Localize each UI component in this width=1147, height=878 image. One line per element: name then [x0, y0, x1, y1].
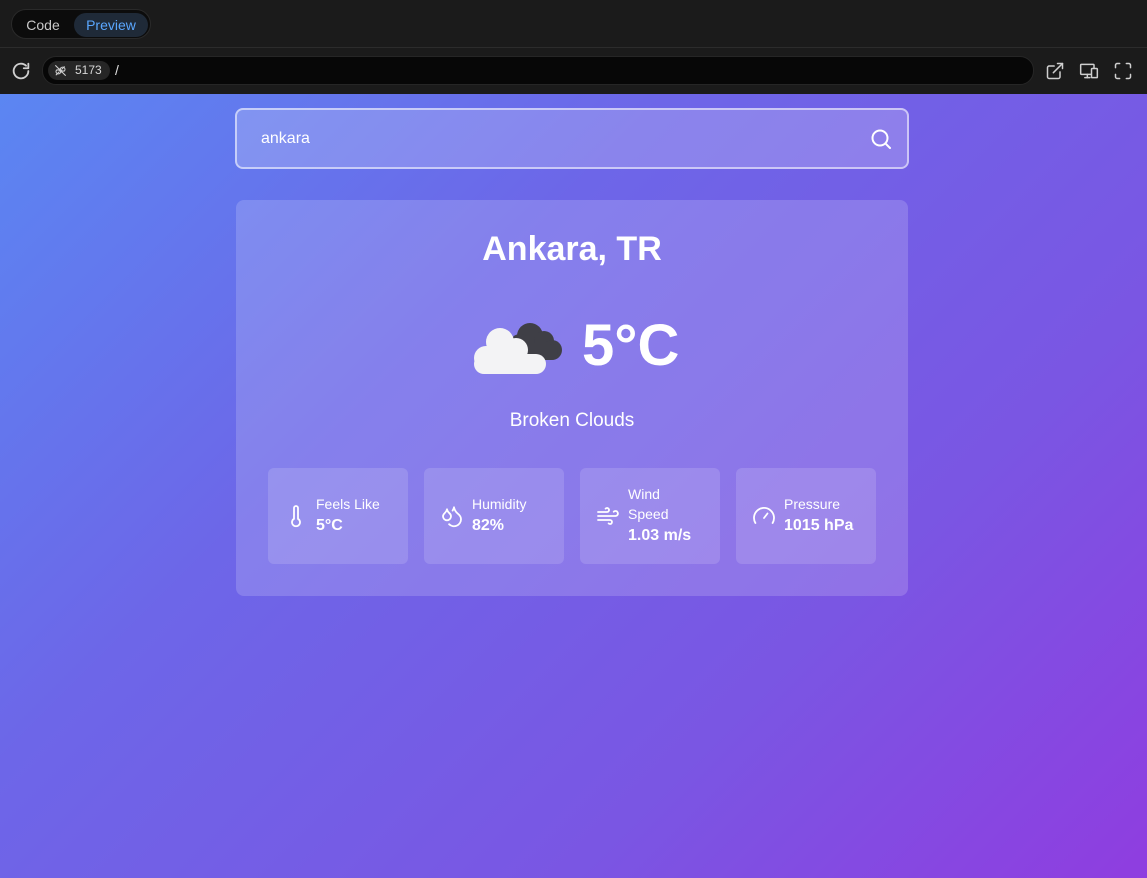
stat-pressure: Pressure 1015 hPa [736, 468, 876, 564]
stat-label: Pressure [784, 496, 841, 512]
stat-value: 82% [472, 517, 505, 534]
url-bar: 5173 / [0, 48, 1147, 94]
current-conditions: 5°C [236, 308, 908, 388]
search-box [235, 108, 909, 169]
device-preview-icon[interactable] [1079, 61, 1099, 81]
stat-wind-speed: Wind Speed 1.03 m/s [580, 468, 720, 564]
preview-pane: Ankara, TR 5°C Bro [0, 94, 1147, 878]
mode-toggle: Code Preview [11, 9, 151, 39]
port-number: 5173 [75, 63, 102, 77]
preview-tab[interactable]: Preview [74, 13, 148, 37]
temperature: 5°C [582, 313, 680, 378]
weather-card: Ankara, TR 5°C Broken Clouds Feels Like … [236, 200, 908, 596]
broken-clouds-icon [474, 323, 562, 374]
stat-humidity: Humidity 82% [424, 468, 564, 564]
search-input[interactable] [237, 110, 907, 167]
editor-top-bar: Code Preview [0, 0, 1147, 48]
port-badge: 5173 [48, 61, 110, 80]
code-tab[interactable]: Code [15, 13, 71, 37]
droplets-icon [442, 506, 462, 528]
thermometer-icon [291, 505, 301, 528]
plug-icon [55, 65, 66, 76]
stat-label-line-2: Speed [628, 506, 669, 522]
stat-value: 1015 hPa [784, 517, 854, 534]
city-name: Ankara, TR [482, 230, 662, 268]
stat-label: Humidity [472, 496, 527, 512]
search-icon[interactable] [869, 127, 893, 151]
wind-icon [597, 507, 619, 525]
stat-value: 5°C [316, 517, 343, 534]
reload-icon[interactable] [10, 60, 32, 82]
stat-label: Feels Like [316, 496, 380, 512]
stat-value: 1.03 m/s [628, 527, 692, 544]
open-external-icon[interactable] [1045, 61, 1065, 81]
fullscreen-icon[interactable] [1113, 61, 1133, 81]
stat-label-line-1: Wind [628, 486, 660, 502]
url-path: / [115, 62, 119, 78]
weather-description: Broken Clouds [509, 410, 635, 431]
gauge-icon [753, 507, 775, 524]
stat-feels-like: Feels Like 5°C [268, 468, 408, 564]
address-field[interactable]: 5173 / [42, 56, 1034, 85]
